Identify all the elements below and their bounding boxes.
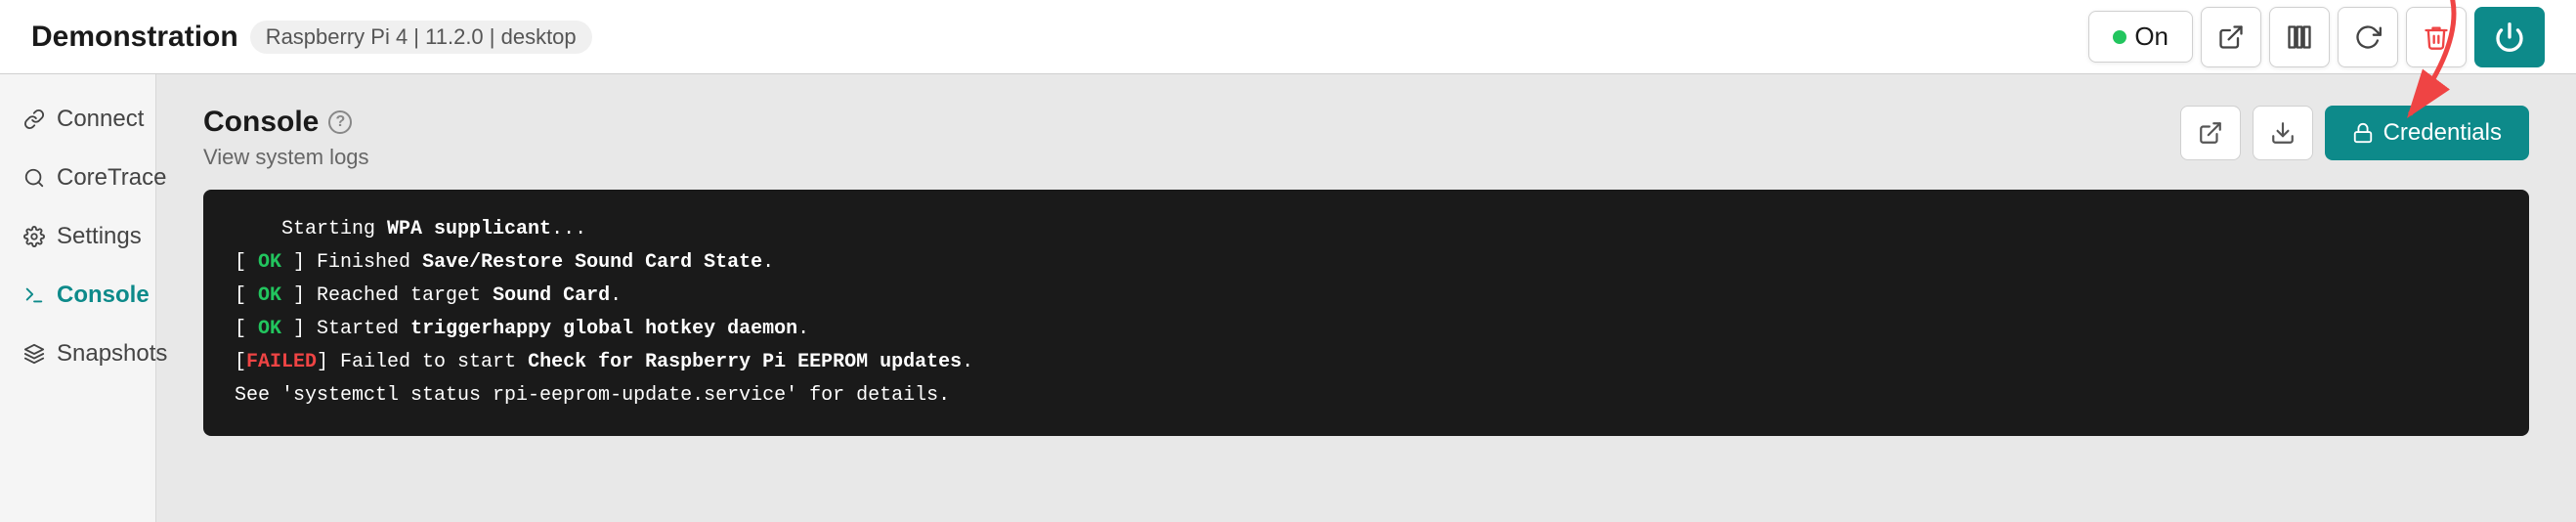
terminal-line-6: See 'systemctl status rpi-eeprom-update.…	[235, 379, 2498, 413]
terminal-line-3: [ OK ] Reached target Sound Card.	[235, 280, 2498, 313]
console-title: Console ?	[203, 106, 369, 139]
sidebar-item-settings[interactable]: Settings	[0, 207, 155, 266]
open-external-button[interactable]	[2201, 7, 2261, 67]
console-actions: Credentials	[2180, 106, 2529, 160]
layers-icon	[23, 343, 45, 365]
page-title: Demonstration	[31, 21, 238, 54]
header-left: Demonstration Raspberry Pi 4 | 11.2.0 | …	[31, 21, 592, 54]
header: Demonstration Raspberry Pi 4 | 11.2.0 | …	[0, 0, 2576, 74]
power-icon	[2494, 22, 2525, 53]
refresh-button[interactable]	[2338, 7, 2398, 67]
columns-icon	[2286, 23, 2313, 51]
open-external-icon	[2217, 23, 2245, 51]
sidebar-label-settings: Settings	[57, 223, 142, 250]
console-open-external-button[interactable]	[2180, 106, 2241, 160]
link-icon	[23, 109, 45, 130]
sidebar-item-snapshots[interactable]: Snapshots	[0, 325, 155, 383]
sidebar-item-console[interactable]: Console	[0, 266, 155, 325]
main-layout: Connect CoreTrace Settings Console	[0, 74, 2576, 522]
status-dot	[2113, 30, 2126, 44]
search-icon	[23, 167, 45, 189]
sidebar-label-console: Console	[57, 282, 150, 309]
columns-button[interactable]	[2269, 7, 2330, 67]
sidebar-item-connect[interactable]: Connect	[0, 90, 155, 149]
terminal-icon	[23, 284, 45, 306]
console-title-group: Console ? View system logs	[203, 106, 369, 170]
terminal-line-1: Starting WPA supplicant...	[235, 213, 2498, 246]
status-badge: On	[2088, 11, 2193, 63]
terminal: Starting WPA supplicant... [ OK ] Finish…	[203, 190, 2529, 436]
status-label: On	[2134, 22, 2168, 52]
sidebar-item-coretrace[interactable]: CoreTrace	[0, 149, 155, 207]
header-right: On	[2088, 7, 2545, 67]
header-meta: Raspberry Pi 4 | 11.2.0 | desktop	[250, 21, 592, 54]
refresh-icon	[2354, 23, 2382, 51]
settings-icon	[23, 226, 45, 247]
external-link-icon	[2198, 120, 2223, 146]
lock-icon	[2352, 122, 2374, 144]
terminal-line-5: [FAILED] Failed to start Check for Raspb…	[235, 346, 2498, 379]
credentials-button[interactable]: Credentials	[2325, 106, 2529, 160]
sidebar-label-connect: Connect	[57, 106, 144, 133]
download-icon	[2270, 120, 2296, 146]
sidebar: Connect CoreTrace Settings Console	[0, 74, 156, 522]
console-header: Console ? View system logs	[203, 106, 2529, 170]
help-icon[interactable]: ?	[328, 110, 352, 134]
console-download-button[interactable]	[2253, 106, 2313, 160]
credentials-label: Credentials	[2383, 119, 2502, 147]
content-area: Console ? View system logs	[156, 74, 2576, 522]
delete-button[interactable]	[2406, 7, 2467, 67]
terminal-line-2: [ OK ] Finished Save/Restore Sound Card …	[235, 246, 2498, 280]
sidebar-label-coretrace: CoreTrace	[57, 164, 166, 192]
sidebar-label-snapshots: Snapshots	[57, 340, 167, 368]
terminal-line-4: [ OK ] Started triggerhappy global hotke…	[235, 313, 2498, 346]
trash-icon	[2423, 23, 2450, 51]
console-subtitle: View system logs	[203, 145, 369, 170]
power-button[interactable]	[2474, 7, 2545, 67]
